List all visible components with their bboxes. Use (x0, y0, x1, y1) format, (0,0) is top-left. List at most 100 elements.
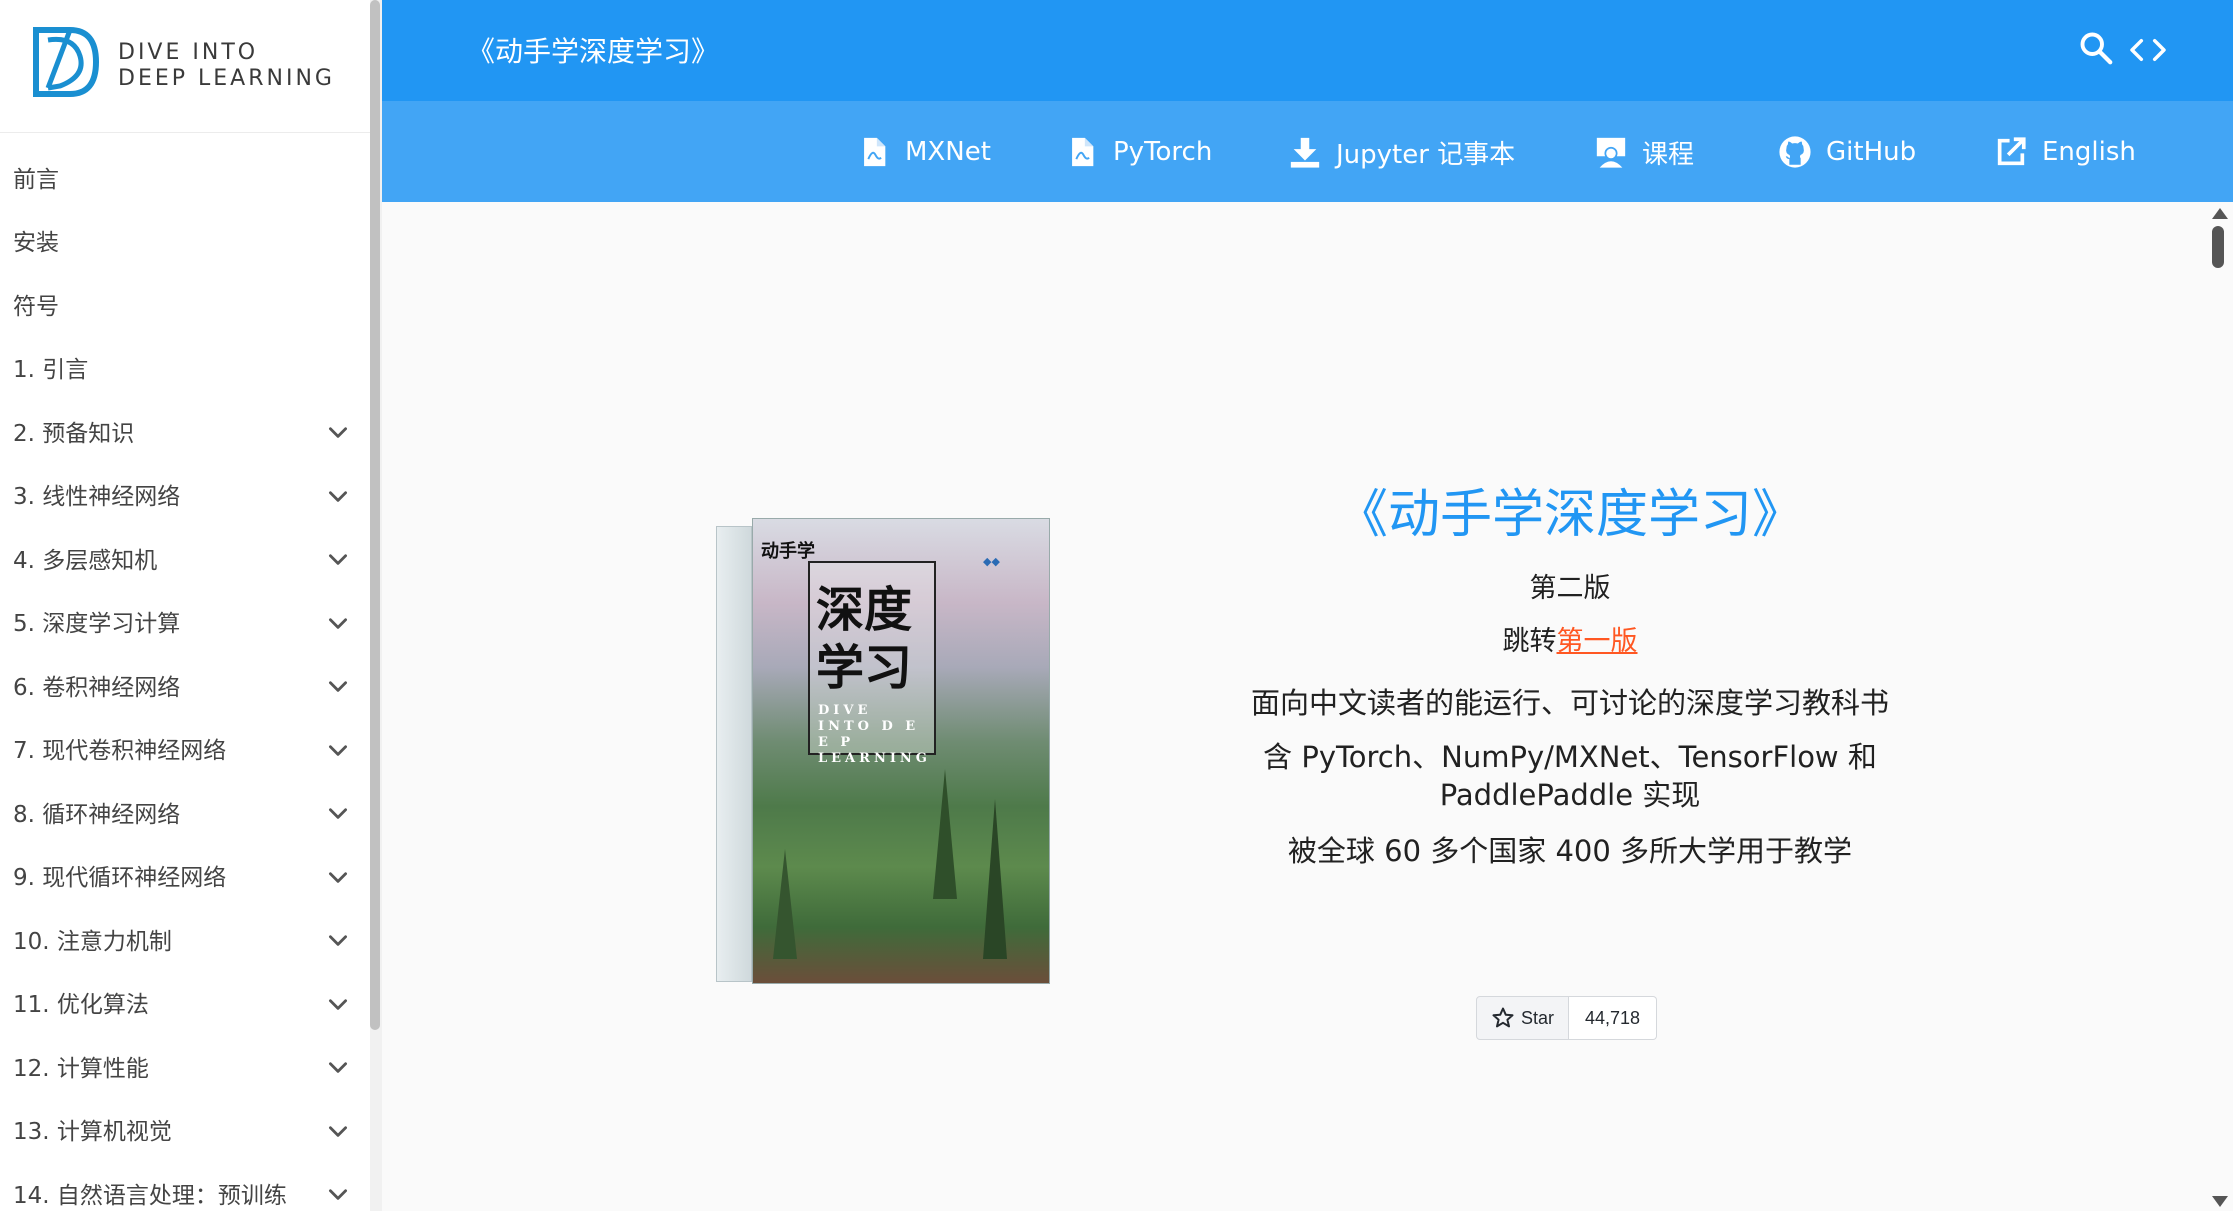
scroll-down-arrow-icon[interactable] (2212, 1196, 2228, 1207)
pytorch-pdf-link[interactable]: PyTorch (1065, 134, 1212, 170)
jupyter-download-link[interactable]: Jupyter 记事本 (1288, 134, 1515, 170)
sidebar: DIVE INTO DEEP LEARNING 前言安装符号 1. 引言 2. 预备… (0, 0, 370, 1211)
sidebar-item[interactable]: 符号 (0, 272, 370, 336)
sidebar-item[interactable]: 7. 现代卷积神经网络 (0, 717, 370, 781)
github-star-widget: Star 44,718 (1476, 996, 1658, 1040)
sidebar-item[interactable]: 14. 自然语言处理：预训练 (0, 1161, 370, 1211)
sidebar-item-label: 5. 深度学习计算 (13, 611, 181, 638)
github-icon (1779, 136, 1811, 168)
sidebar-item[interactable]: 13. 计算机视觉 (0, 1098, 370, 1162)
english-version-link[interactable]: English (1994, 134, 2136, 170)
logo-line-2: DEEP LEARNING (118, 66, 335, 91)
edition-label: 第二版 (1529, 573, 1611, 604)
main-scrollbar-track[interactable] (2216, 202, 2233, 1211)
d2l-logo-icon (33, 27, 100, 97)
publisher-logo-icon: ◆◆ (983, 555, 1000, 568)
site-logo[interactable]: DIVE INTO DEEP LEARNING (0, 0, 370, 133)
english-version-label: English (2042, 137, 2136, 167)
book-title-box: 深度 学习 DIVE INTO D E E P LEARNING (808, 561, 936, 766)
hero-frameworks: 含 PyTorch、NumPy/MXNet、TensorFlow 和 Paddl… (1263, 740, 1877, 812)
sidebar-item-label: 7. 现代卷积神经网络 (13, 738, 227, 765)
chevron-down-icon[interactable] (325, 800, 351, 826)
chevron-down-icon[interactable] (325, 1118, 351, 1144)
sidebar-item[interactable]: 9. 现代循环神经网络 (0, 844, 370, 908)
sidebar-item[interactable]: 3. 线性神经网络 (0, 463, 370, 527)
chevron-down-icon[interactable] (325, 673, 351, 699)
book-spine (716, 526, 752, 982)
sidebar-item-label: 14. 自然语言处理：预训练 (13, 1182, 287, 1209)
jump-prefix: 跳转 (1502, 626, 1557, 657)
pdf-file-icon (1072, 137, 1094, 167)
chevron-down-icon[interactable] (325, 864, 351, 890)
chevron-down-icon[interactable] (325, 737, 351, 763)
chevron-down-icon[interactable] (325, 991, 351, 1017)
hero-adoption: 被全球 60 多个国家 400 多所大学用于教学 (1287, 834, 1853, 868)
sidebar-item[interactable]: 2. 预备知识 (0, 399, 370, 463)
code-icon[interactable] (2128, 34, 2168, 66)
chapter-nav: 前言安装符号 1. 引言 2. 预备知识 3. 线性神经网络 4. 多层感知机 5. 深度… (0, 133, 370, 1211)
course-link[interactable]: 课程 (1594, 134, 1694, 170)
sidebar-item-label: 11. 优化算法 (13, 992, 149, 1019)
sidebar-item-label: 安装 (13, 230, 59, 257)
sidebar-item[interactable]: 前言 (0, 145, 370, 209)
star-count[interactable]: 44,718 (1569, 996, 1658, 1040)
chevron-down-icon[interactable] (325, 483, 351, 509)
sidebar-item[interactable]: 5. 深度学习计算 (0, 590, 370, 654)
sidebar-scrollbar-thumb[interactable] (370, 0, 380, 1030)
chevron-down-icon[interactable] (325, 1181, 351, 1207)
tree-decoration (933, 769, 957, 899)
github-star-button[interactable]: Star (1476, 996, 1570, 1040)
page-title[interactable]: 《动手学深度学习》 (467, 30, 719, 70)
book-title-en: DIVE INTO D E E P LEARNING (818, 703, 931, 766)
sidebar-item-label: 3. 线性神经网络 (13, 484, 181, 511)
resource-nav: MXNet PyTorch Jupyter 记事本 课程 GitHub Engl… (382, 101, 2233, 202)
sidebar-item[interactable]: 安装 (0, 209, 370, 273)
sidebar-item-label: 9. 现代循环神经网络 (13, 865, 227, 892)
github-label: GitHub (1826, 137, 1917, 167)
sidebar-item[interactable]: 12. 计算性能 (0, 1034, 370, 1098)
top-header: 《动手学深度学习》 (382, 0, 2233, 101)
star-label: Star (1521, 1007, 1555, 1028)
book-badge: 动手学 (761, 541, 815, 562)
book-front-cover: 动手学 ◆◆ 深度 学习 DIVE INTO D E E P LEARNING (752, 518, 1050, 984)
sidebar-item[interactable]: 8. 循环神经网络 (0, 780, 370, 844)
sidebar-item[interactable]: 11. 优化算法 (0, 971, 370, 1035)
book-title-cn-line-1: 深度 (816, 582, 913, 638)
first-edition-link[interactable]: 第一版 (1557, 626, 1638, 657)
logo-line-1: DIVE INTO (118, 40, 259, 65)
hero-title: 《动手学深度学习》 (1335, 485, 1804, 545)
scroll-up-arrow-icon[interactable] (2212, 208, 2228, 219)
course-label: 课程 (1642, 139, 1695, 170)
hero-section: 《动手学深度学习》 第二版 跳转第一版 面向中文读者的能运行、可讨论的深度学习教… (1180, 480, 1960, 870)
sidebar-item-label: 13. 计算机视觉 (13, 1119, 172, 1146)
sidebar-item-label: 4. 多层感知机 (13, 547, 158, 574)
sidebar-item[interactable]: 10. 注意力机制 (0, 907, 370, 971)
pdf-file-icon (864, 137, 886, 167)
chevron-down-icon[interactable] (325, 1054, 351, 1080)
sidebar-item-label: 10. 注意力机制 (13, 928, 172, 955)
sidebar-item[interactable]: 4. 多层感知机 (0, 526, 370, 590)
chevron-down-icon[interactable] (325, 610, 351, 636)
external-link-icon (1997, 137, 2026, 166)
teacher-icon (1596, 137, 1626, 168)
sidebar-item[interactable]: 6. 卷积神经网络 (0, 653, 370, 717)
sidebar-item-label: 6. 卷积神经网络 (13, 674, 181, 701)
sidebar-item-label: 前言 (13, 166, 59, 193)
download-icon (1290, 137, 1320, 168)
sidebar-item-label: 8. 循环神经网络 (13, 801, 181, 828)
jupyter-download-label: Jupyter 记事本 (1336, 139, 1516, 170)
search-icon[interactable] (2078, 30, 2114, 66)
sidebar-item-label: 1. 引言 (13, 357, 89, 384)
logo-text: DIVE INTO DEEP LEARNING (118, 40, 335, 92)
sidebar-item[interactable]: 1. 引言 (0, 336, 370, 400)
book-cover-image: 动手学 ◆◆ 深度 学习 DIVE INTO D E E P LEARNING (716, 518, 1050, 984)
chevron-down-icon[interactable] (325, 546, 351, 572)
mxnet-pdf-link[interactable]: MXNet (857, 134, 991, 170)
chevron-down-icon[interactable] (325, 419, 351, 445)
sidebar-item-label: 符号 (13, 293, 59, 320)
chevron-down-icon[interactable] (325, 927, 351, 953)
github-link[interactable]: GitHub (1778, 134, 1916, 170)
sidebar-item-label: 12. 计算性能 (13, 1055, 149, 1082)
jump-line: 跳转第一版 (1180, 619, 1960, 658)
main-scrollbar-thumb[interactable] (2212, 226, 2224, 268)
